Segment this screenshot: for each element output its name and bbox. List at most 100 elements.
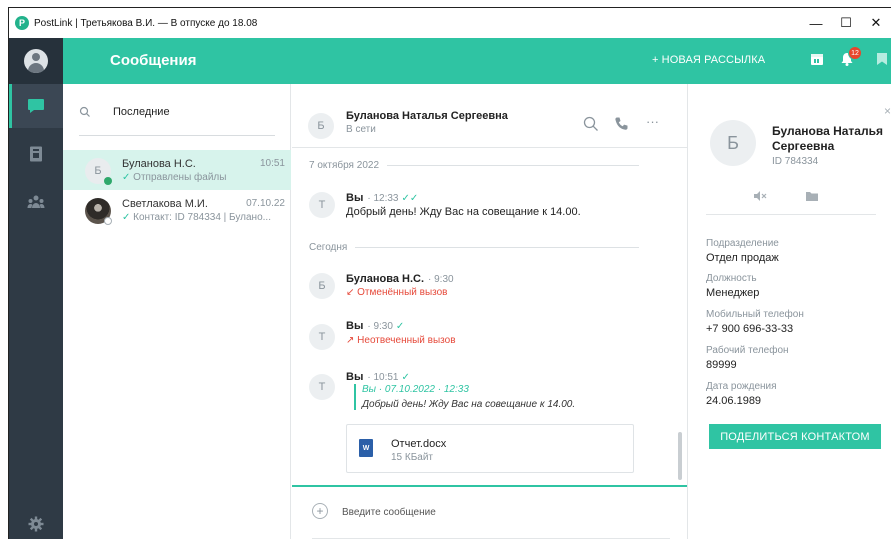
cancelled-call-text: ↙ Отменённый вызов [346, 287, 448, 298]
read-tick-icon: ✓✓ [401, 193, 419, 204]
message-input[interactable]: Введите сообщение [342, 507, 436, 518]
chat-time: 07.10.22 [246, 198, 285, 209]
avatar: Т [309, 374, 335, 400]
contacts-book-icon [30, 146, 42, 162]
delivered-tick-icon: ✓ [401, 372, 410, 383]
chat-preview-text: Отправлены файлы [133, 172, 227, 183]
chat-list-item[interactable]: Светлакова М.И. 07.10.22 ✓ Контакт: ID 7… [63, 190, 291, 230]
date-separator: 7 октября 2022 [309, 160, 639, 171]
date-label: Сегодня [309, 242, 348, 253]
author-name: Буланова Н.С. [346, 273, 424, 285]
contact-status: В сети [346, 124, 376, 135]
notifications-badge: 12 [848, 46, 862, 60]
attach-plus-icon[interactable]: + [312, 503, 328, 519]
user-avatar-icon [24, 49, 48, 73]
offline-status-dot [104, 217, 112, 225]
app-logo-icon: P [15, 16, 29, 30]
rail-item-contacts[interactable] [9, 132, 63, 176]
recent-label: Последние [113, 106, 170, 118]
window-title: PostLink | Третьякова В.И. — В отпуске д… [34, 17, 258, 29]
group-icon [27, 195, 45, 208]
avatar: Т [309, 192, 335, 218]
field-value-work-phone[interactable]: 89999 [706, 359, 737, 371]
search-icon [79, 106, 90, 117]
field-label-position: Должность [706, 273, 757, 284]
field-label-department: Подразделение [706, 238, 779, 249]
profile-button[interactable] [9, 38, 63, 84]
delivered-tick-icon: ✓ [122, 172, 131, 183]
chat-preview: ✓ Контакт: ID 784334 | Булано... [122, 212, 286, 223]
chat-name: Буланова Н.С. [122, 158, 196, 170]
contact-id: ID 784334 [772, 156, 819, 167]
message-author: Вы · 12:33 ✓✓ [346, 192, 418, 204]
contact-full-name: Буланова Наталья Сергеевна [772, 124, 883, 153]
close-window-button[interactable]: ✕ [861, 8, 891, 38]
quote-header: Вы · 07.10.2022 · 12:33 [362, 384, 469, 395]
message-time: · 9:30 [367, 321, 393, 332]
field-label-work-phone: Рабочий телефон [706, 345, 789, 356]
calendar-icon[interactable] [810, 52, 824, 66]
message-time: · 12:33 [367, 193, 399, 204]
chat-time: 10:51 [259, 158, 285, 169]
conversation-header: Б Буланова Наталья Сергеевна В сети ··· [292, 84, 687, 148]
chat-preview: ✓ Отправлены файлы [122, 172, 286, 183]
new-mailing-button[interactable]: + НОВАЯ РАССЫЛКА [652, 54, 765, 66]
contact-details-panel: × Б Буланова Наталья Сергеевна ID 784334… [687, 84, 891, 539]
avatar: Б [710, 120, 756, 166]
message-time: · 10:51 [367, 372, 399, 383]
rail-item-settings[interactable] [9, 502, 63, 539]
more-icon[interactable]: ··· [646, 114, 659, 129]
field-value-department: Отдел продаж [706, 252, 779, 264]
close-icon[interactable]: × [884, 104, 891, 118]
avatar: Б [308, 113, 334, 139]
date-separator: Сегодня [309, 242, 639, 253]
field-label-birthday: Дата рождения [706, 381, 777, 392]
divider [706, 214, 876, 215]
rail-item-groups[interactable] [9, 180, 63, 224]
author-name: Вы [346, 371, 364, 383]
conversation-panel: Б Буланова Наталья Сергеевна В сети ··· … [292, 84, 687, 539]
folder-icon[interactable] [805, 190, 819, 202]
delivered-tick-icon: ✓ [122, 212, 131, 223]
scrollbar[interactable] [678, 432, 682, 480]
field-value-birthday: 24.06.1989 [706, 395, 762, 407]
chat-name: Светлакова М.И. [122, 198, 208, 210]
avatar: Т [309, 324, 335, 350]
online-status-dot [104, 177, 112, 185]
share-contact-button[interactable]: ПОДЕЛИТЬСЯ КОНТАКТОМ [709, 424, 881, 449]
message-text: Добрый день! Жду Вас на совещание к 14.0… [346, 206, 581, 218]
author-name: Вы [346, 320, 364, 332]
maximize-button[interactable]: ☐ [831, 8, 861, 38]
quoted-message[interactable]: Вы · 07.10.2022 · 12:33 Добрый день! Жду… [354, 384, 575, 410]
search-icon[interactable] [583, 116, 599, 132]
field-value-position: Менеджер [706, 287, 760, 299]
mute-icon[interactable] [753, 190, 767, 202]
chat-preview-text: Контакт: ID 784334 | Булано... [133, 212, 271, 223]
message-time: · 9:30 [428, 274, 454, 285]
delivered-tick-icon: ✓ [395, 321, 405, 332]
file-name: Отчет.docx [391, 438, 447, 450]
chat-list-panel: Последние Б Буланова Н.С. 10:51 ✓ Отправ… [63, 84, 291, 539]
field-value-mobile[interactable]: +7 900 696-33-33 [706, 323, 793, 335]
word-file-icon: W [359, 439, 373, 457]
title-bar: P PostLink | Третьякова В.И. — В отпуске… [9, 8, 891, 38]
contact-name[interactable]: Буланова Наталья Сергеевна [346, 110, 508, 122]
quote-text: Добрый день! Жду Вас на совещание к 14.0… [362, 399, 576, 410]
app-window: P PostLink | Третьякова В.И. — В отпуске… [8, 7, 891, 539]
message-author: Вы · 10:51 ✓ [346, 371, 410, 383]
rail-item-messages[interactable] [9, 84, 63, 128]
bookmark-icon[interactable] [876, 52, 888, 66]
compose-area: + Введите сообщение [292, 485, 687, 539]
phone-icon[interactable] [614, 116, 630, 132]
field-label-mobile: Мобильный телефон [706, 309, 804, 320]
chat-list-item[interactable]: Б Буланова Н.С. 10:51 ✓ Отправлены файлы [63, 150, 291, 190]
file-attachment[interactable]: W Отчет.docx 15 КБайт [346, 424, 634, 473]
page-title: Сообщения [110, 52, 197, 69]
window-controls: — ☐ ✕ [801, 8, 891, 38]
minimize-button[interactable]: — [801, 8, 831, 38]
message-author: Вы · 9:30 ✓ [346, 320, 404, 332]
recent-search[interactable]: Последние [79, 104, 275, 136]
author-name: Вы [346, 192, 364, 204]
message-author: Буланова Н.С. · 9:30 [346, 273, 454, 285]
chat-icon [28, 99, 44, 113]
